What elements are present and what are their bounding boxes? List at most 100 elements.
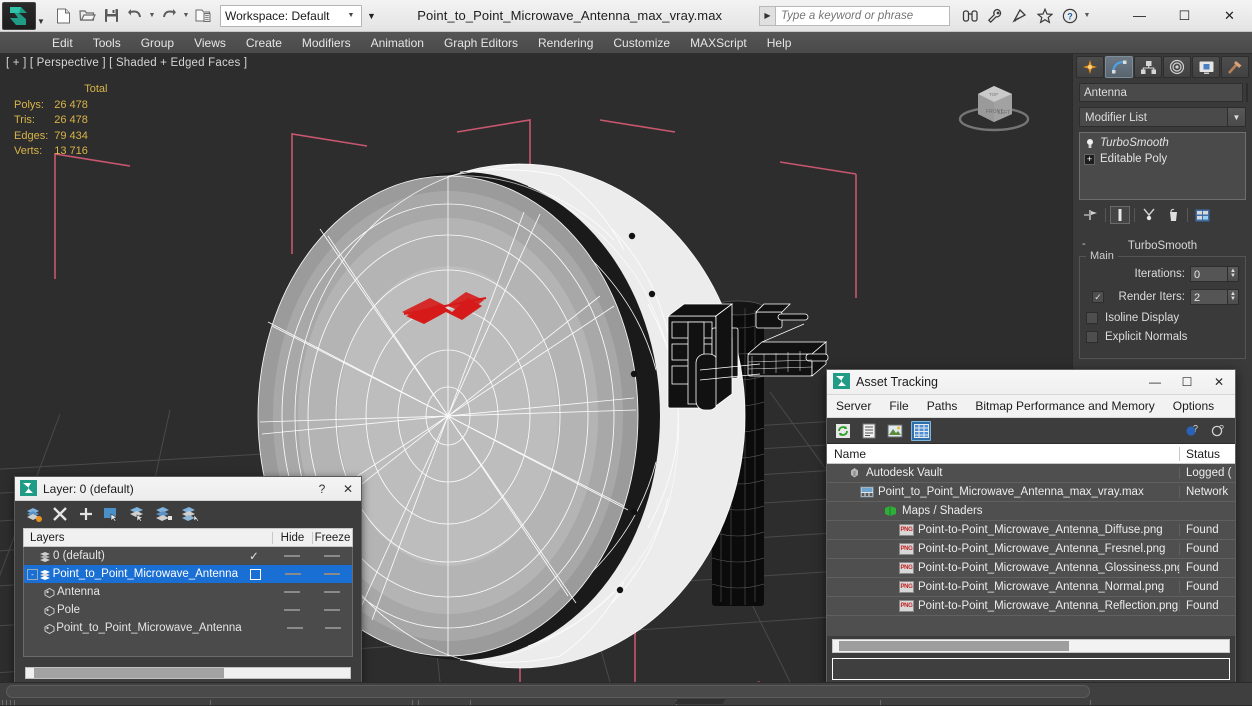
layer-hide-toggle[interactable] xyxy=(273,573,312,575)
modifier-stack-list[interactable]: TurboSmooth + Editable Poly xyxy=(1079,132,1246,200)
chevron-down-icon[interactable]: ▼ xyxy=(1228,107,1246,127)
asset-menu-server[interactable]: Server xyxy=(827,395,880,418)
menu-item-create[interactable]: Create xyxy=(236,32,292,54)
menu-item-modifiers[interactable]: Modifiers xyxy=(292,32,361,54)
menu-item-animation[interactable]: Animation xyxy=(361,32,434,54)
layer-hide-toggle[interactable] xyxy=(272,591,312,593)
utilities-tab[interactable] xyxy=(1221,56,1249,78)
menu-item-maxscript[interactable]: MAXScript xyxy=(680,32,757,54)
layer-expander-icon[interactable]: - xyxy=(27,568,38,580)
asset-menu-paths[interactable]: Paths xyxy=(918,395,967,418)
layer-freeze-toggle[interactable] xyxy=(312,609,352,611)
motion-tab[interactable] xyxy=(1163,56,1191,78)
menu-item-group[interactable]: Group xyxy=(131,32,184,54)
trash-icon[interactable] xyxy=(1163,206,1183,224)
layer-current-checkmark-icon[interactable]: ✓ xyxy=(236,549,272,563)
pin-icon[interactable] xyxy=(1081,206,1101,224)
render-iters-checkbox[interactable]: ✓ xyxy=(1092,291,1104,303)
wrench-icon[interactable] xyxy=(983,4,1007,28)
menu-item-rendering[interactable]: Rendering xyxy=(528,32,603,54)
layer-freeze-toggle[interactable] xyxy=(312,591,352,593)
asset-row-normal-png[interactable]: PNG Point-to-Point_Microwave_Antenna_Nor… xyxy=(827,578,1235,597)
add-selection-icon[interactable] xyxy=(129,505,147,523)
iterations-spinner-arrows[interactable]: ▲ ▼ xyxy=(1228,266,1239,282)
plus-icon[interactable] xyxy=(77,505,95,523)
menu-item-tools[interactable]: Tools xyxy=(83,32,131,54)
workspace-expand-caret-icon[interactable]: ▼ xyxy=(362,4,380,28)
asset-horizontal-scrollbar[interactable] xyxy=(832,639,1230,653)
render-iters-value[interactable]: 2 xyxy=(1190,289,1228,305)
help-outline-icon[interactable]: ? xyxy=(1209,421,1229,441)
collapse-icon[interactable]: - xyxy=(1082,238,1086,250)
menu-item-graph-editors[interactable]: Graph Editors xyxy=(434,32,528,54)
project-folder-icon[interactable] xyxy=(192,4,214,28)
help-icon[interactable]: ? xyxy=(1058,4,1082,28)
select-highlighted-icon[interactable] xyxy=(181,505,199,523)
help-dropdown-caret-icon[interactable]: ▼ xyxy=(1083,12,1091,19)
logo-dropdown-caret-icon[interactable]: ▼ xyxy=(36,2,46,30)
minimize-button[interactable]: — xyxy=(1117,0,1162,32)
modifier-stack-item-editable-poly[interactable]: + Editable Poly xyxy=(1080,151,1245,167)
layer-row-default[interactable]: 0 (default) ✓ xyxy=(24,547,352,565)
search-input[interactable] xyxy=(775,5,950,26)
configure-sets-icon[interactable] xyxy=(1192,206,1212,224)
help-blue-icon[interactable]: ? xyxy=(1183,421,1203,441)
render-iters-spinner-arrows[interactable]: ▲ ▼ xyxy=(1228,289,1239,305)
asset-scrollbar-thumb[interactable] xyxy=(839,641,1069,651)
layer-freeze-toggle[interactable] xyxy=(314,627,352,629)
undo-arrow-icon[interactable] xyxy=(124,4,146,28)
layer-row-point-to-point-microwave-antenna-object[interactable]: Point_to_Point_Microwave_Antenna xyxy=(24,619,352,637)
redo-dropdown-caret-icon[interactable]: ▼ xyxy=(182,12,190,19)
layer-dialog-close-button[interactable]: ✕ xyxy=(335,477,361,501)
workspace-caret-icon[interactable]: ▼ xyxy=(348,12,355,19)
menu-item-customize[interactable]: Customize xyxy=(603,32,680,54)
asset-close-button[interactable]: ✕ xyxy=(1203,370,1235,395)
object-name-field[interactable] xyxy=(1079,83,1243,102)
asset-row-glossiness-png[interactable]: PNG Point-to-Point_Microwave_Antenna_Glo… xyxy=(827,559,1235,578)
grid-icon[interactable] xyxy=(911,420,931,441)
isoline-display-row[interactable]: Isoline Display xyxy=(1086,312,1239,324)
layer-list[interactable]: 0 (default) ✓ - Point_to_Point_Microwave… xyxy=(23,547,353,657)
asset-list[interactable]: Autodesk Vault Logged ( Point_to_Point_M… xyxy=(827,464,1235,636)
layer-dialog[interactable]: Layer: 0 (default) ? ✕ Layers Hide Freez… xyxy=(14,476,362,691)
asset-menu-bitmap-performance[interactable]: Bitmap Performance and Memory xyxy=(966,395,1163,418)
viewcube[interactable]: FRONT LEFT TOP xyxy=(954,72,1034,142)
explicit-normals-checkbox[interactable] xyxy=(1086,331,1098,343)
layer-hide-toggle[interactable] xyxy=(272,609,312,611)
layer-hide-toggle[interactable] xyxy=(276,627,314,629)
layer-current-checkbox[interactable] xyxy=(238,568,273,580)
make-unique-icon[interactable] xyxy=(1139,206,1159,224)
list-icon[interactable] xyxy=(859,421,879,441)
lightbulb-icon[interactable] xyxy=(1084,138,1095,149)
timeline-track[interactable] xyxy=(6,685,1090,698)
favorites-star-icon[interactable] xyxy=(1033,4,1057,28)
save-disk-icon[interactable] xyxy=(100,4,122,28)
3dsmax-logo-icon[interactable] xyxy=(2,1,36,30)
asset-tracking-dialog[interactable]: Asset Tracking — ☐ ✕ Server File Paths B… xyxy=(826,369,1236,689)
asset-row-autodesk-vault[interactable]: Autodesk Vault Logged ( xyxy=(827,464,1235,483)
asset-minimize-button[interactable]: — xyxy=(1139,370,1171,395)
asset-row-fresnel-png[interactable]: PNG Point-to-Point_Microwave_Antenna_Fre… xyxy=(827,540,1235,559)
close-button[interactable]: ✕ xyxy=(1207,0,1252,32)
asset-row-maps-shaders[interactable]: Maps / Shaders xyxy=(827,502,1235,521)
menu-item-views[interactable]: Views xyxy=(184,32,236,54)
layer-freeze-toggle[interactable] xyxy=(313,573,352,575)
asset-row-diffuse-png[interactable]: PNG Point-to-Point_Microwave_Antenna_Dif… xyxy=(827,521,1235,540)
timeline-slider-handle[interactable] xyxy=(674,699,726,704)
layer-dialog-help-button[interactable]: ? xyxy=(309,477,335,501)
layer-hide-toggle[interactable] xyxy=(272,555,312,557)
workspace-selector[interactable]: Workspace: Default ▼ xyxy=(220,4,363,27)
select-layer-icon[interactable] xyxy=(103,505,121,523)
object-color-swatch[interactable] xyxy=(1246,83,1248,102)
hierarchy-tab[interactable] xyxy=(1134,56,1162,78)
satellite-dish-icon[interactable] xyxy=(1008,4,1032,28)
layer-scrollbar-thumb[interactable] xyxy=(34,668,224,678)
new-layer-icon[interactable] xyxy=(25,505,43,523)
isoline-display-checkbox[interactable] xyxy=(1086,312,1098,324)
display-tab[interactable] xyxy=(1192,56,1220,78)
set-current-layer-icon[interactable] xyxy=(155,505,173,523)
create-tab[interactable] xyxy=(1076,56,1104,78)
explicit-normals-row[interactable]: Explicit Normals xyxy=(1086,331,1239,343)
asset-row-max-file[interactable]: Point_to_Point_Microwave_Antenna_max_vra… xyxy=(827,483,1235,502)
asset-maximize-button[interactable]: ☐ xyxy=(1171,370,1203,395)
